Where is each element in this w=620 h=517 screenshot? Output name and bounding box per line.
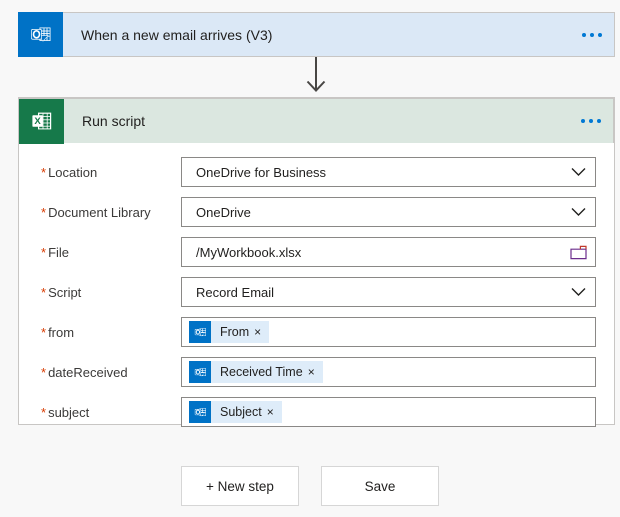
token-remove-icon[interactable]: × (308, 366, 323, 378)
menu-dot (590, 33, 594, 37)
location-value: OneDrive for Business (182, 165, 561, 180)
folder-icon[interactable] (561, 238, 595, 266)
field-row-location: *Location OneDrive for Business (33, 157, 596, 187)
outlook-icon (189, 361, 211, 383)
script-dropdown[interactable]: Record Email (181, 277, 596, 307)
outlook-icon (189, 401, 211, 423)
document-library-value: OneDrive (182, 205, 561, 220)
field-label-subject: *subject (33, 405, 181, 420)
menu-dot (582, 33, 586, 37)
required-asterisk: * (41, 325, 46, 340)
chevron-down-icon[interactable] (561, 198, 595, 226)
required-asterisk: * (41, 405, 46, 420)
menu-dot (598, 33, 602, 37)
file-value: /MyWorkbook.xlsx (182, 245, 561, 260)
menu-dot (589, 119, 593, 123)
field-row-file: *File /MyWorkbook.xlsx (33, 237, 596, 267)
required-asterisk: * (41, 165, 46, 180)
document-library-dropdown[interactable]: OneDrive (181, 197, 596, 227)
outlook-icon (18, 12, 63, 57)
from-input[interactable]: From × (181, 317, 596, 347)
required-asterisk: * (41, 285, 46, 300)
trigger-card[interactable]: When a new email arrives (V3) (18, 12, 615, 57)
action-card-run-script[interactable]: X Run script *Location OneDrive for Busi… (18, 97, 615, 425)
save-button[interactable]: Save (321, 466, 439, 506)
footer-actions: + New step Save (0, 466, 620, 506)
dynamic-content-token[interactable]: Subject × (189, 401, 282, 423)
token-label: Subject (211, 405, 267, 419)
dynamic-content-token[interactable]: Received Time × (189, 361, 323, 383)
required-asterisk: * (41, 365, 46, 380)
token-label: From (211, 325, 254, 339)
location-dropdown[interactable]: OneDrive for Business (181, 157, 596, 187)
required-asterisk: * (41, 245, 46, 260)
new-step-button[interactable]: + New step (181, 466, 299, 506)
menu-dot (597, 119, 601, 123)
field-label-date-received: *dateReceived (33, 365, 181, 380)
chevron-down-icon[interactable] (561, 158, 595, 186)
script-value: Record Email (182, 285, 561, 300)
trigger-title: When a new email arrives (V3) (63, 27, 570, 43)
field-label-script: *Script (33, 285, 181, 300)
date-received-input[interactable]: Received Time × (181, 357, 596, 387)
field-label-document-library: *Document Library (33, 205, 181, 220)
chevron-down-icon[interactable] (561, 278, 595, 306)
field-label-from: *from (33, 325, 181, 340)
field-row-script: *Script Record Email (33, 277, 596, 307)
trigger-card-header[interactable]: When a new email arrives (V3) (18, 12, 615, 57)
token-remove-icon[interactable]: × (254, 326, 269, 338)
trigger-ellipsis-menu-button[interactable] (570, 12, 614, 57)
dynamic-content-token[interactable]: From × (189, 321, 269, 343)
svg-text:X: X (34, 116, 41, 127)
field-row-subject: *subject (33, 397, 596, 427)
field-label-location: *Location (33, 165, 181, 180)
token-label: Received Time (211, 365, 308, 379)
action-card-header[interactable]: X Run script (19, 98, 614, 143)
required-asterisk: * (41, 205, 46, 220)
subject-input[interactable]: Subject × (181, 397, 596, 427)
field-row-document-library: *Document Library OneDrive (33, 197, 596, 227)
flow-designer-canvas: When a new email arrives (V3) (0, 0, 620, 517)
down-arrow-icon (296, 57, 336, 97)
action-title: Run script (64, 113, 569, 129)
field-row-date-received: *dateReceived (33, 357, 596, 387)
outlook-icon (189, 321, 211, 343)
token-remove-icon[interactable]: × (267, 406, 282, 418)
action-ellipsis-menu-button[interactable] (569, 99, 613, 144)
excel-icon: X (19, 99, 64, 144)
field-row-from: *from (33, 317, 596, 347)
field-label-file: *File (33, 245, 181, 260)
menu-dot (581, 119, 585, 123)
file-input[interactable]: /MyWorkbook.xlsx (181, 237, 596, 267)
flow-connector (296, 57, 336, 97)
action-parameters-form: *Location OneDrive for Business *Documen… (19, 143, 614, 445)
